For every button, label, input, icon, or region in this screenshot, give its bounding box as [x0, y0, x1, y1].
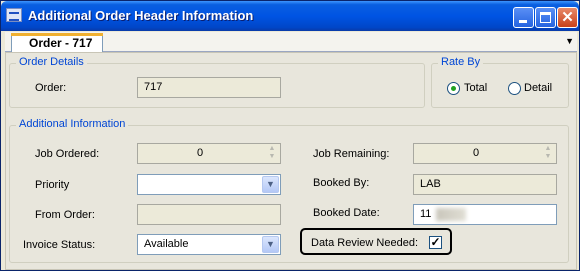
job-remaining-label: Job Remaining:: [313, 148, 390, 160]
from-order-label: From Order:: [35, 209, 95, 221]
job-ordered-value: 0: [196, 147, 204, 159]
tab-list-dropdown-icon[interactable]: ▼: [565, 36, 574, 46]
tab-order[interactable]: Order - 717: [11, 33, 103, 53]
tab-strip: Order - 717 ▼: [5, 32, 577, 53]
order-value: 717: [144, 81, 163, 93]
priority-label: Priority: [35, 179, 70, 191]
dialog-window: Additional Order Header Information ✕ Or…: [0, 0, 580, 271]
booked-by-field: LAB: [413, 174, 557, 195]
job-ordered-stepper[interactable]: 0 ▲ ▼: [137, 143, 281, 164]
minimize-icon: [519, 20, 527, 23]
rate-total-radio[interactable]: [447, 82, 460, 95]
from-order-field: [137, 204, 281, 225]
rate-by-title: Rate By: [438, 56, 484, 68]
invoice-status-value: Available: [144, 238, 189, 250]
close-button[interactable]: ✕: [557, 7, 578, 28]
rate-total-label[interactable]: Total: [464, 82, 487, 94]
redacted-date-blur: [436, 208, 466, 221]
maximize-icon: [540, 12, 551, 23]
priority-chevron-down-icon[interactable]: ▼: [262, 176, 279, 193]
order-details-title: Order Details: [16, 56, 87, 68]
invoice-status-chevron-down-icon[interactable]: ▼: [262, 236, 279, 253]
job-ordered-spin-icon[interactable]: ▲ ▼: [265, 145, 279, 162]
job-remaining-value: 0: [472, 147, 480, 159]
job-ordered-label: Job Ordered:: [35, 148, 100, 160]
maximize-button[interactable]: [535, 7, 556, 28]
invoice-status-label: Invoice Status:: [23, 239, 96, 251]
rate-detail-label[interactable]: Detail: [524, 82, 552, 94]
priority-select[interactable]: ▼: [137, 174, 281, 195]
order-field: 717: [137, 77, 281, 98]
booked-by-value: LAB: [420, 178, 441, 190]
additional-info-title: Additional Information: [16, 118, 129, 130]
window-title: Additional Order Header Information: [28, 8, 254, 23]
booked-date-value: 11: [420, 208, 432, 220]
job-remaining-stepper[interactable]: 0 ▲ ▼: [413, 143, 557, 164]
invoice-status-select[interactable]: Available ▼: [137, 234, 281, 255]
minimize-button[interactable]: [513, 7, 534, 28]
booked-date-field[interactable]: 11: [413, 204, 557, 225]
booked-date-label: Booked Date:: [313, 207, 380, 219]
app-icon: [6, 8, 22, 22]
data-review-label: Data Review Needed:: [311, 237, 419, 249]
close-icon: ✕: [561, 9, 574, 26]
job-remaining-spin-icon[interactable]: ▲ ▼: [541, 145, 555, 162]
title-bar[interactable]: Additional Order Header Information ✕: [1, 1, 579, 31]
booked-by-label: Booked By:: [313, 177, 370, 189]
rate-detail-radio[interactable]: [508, 82, 521, 95]
order-label: Order:: [35, 82, 67, 94]
data-review-checkbox[interactable]: ✓: [429, 236, 442, 249]
